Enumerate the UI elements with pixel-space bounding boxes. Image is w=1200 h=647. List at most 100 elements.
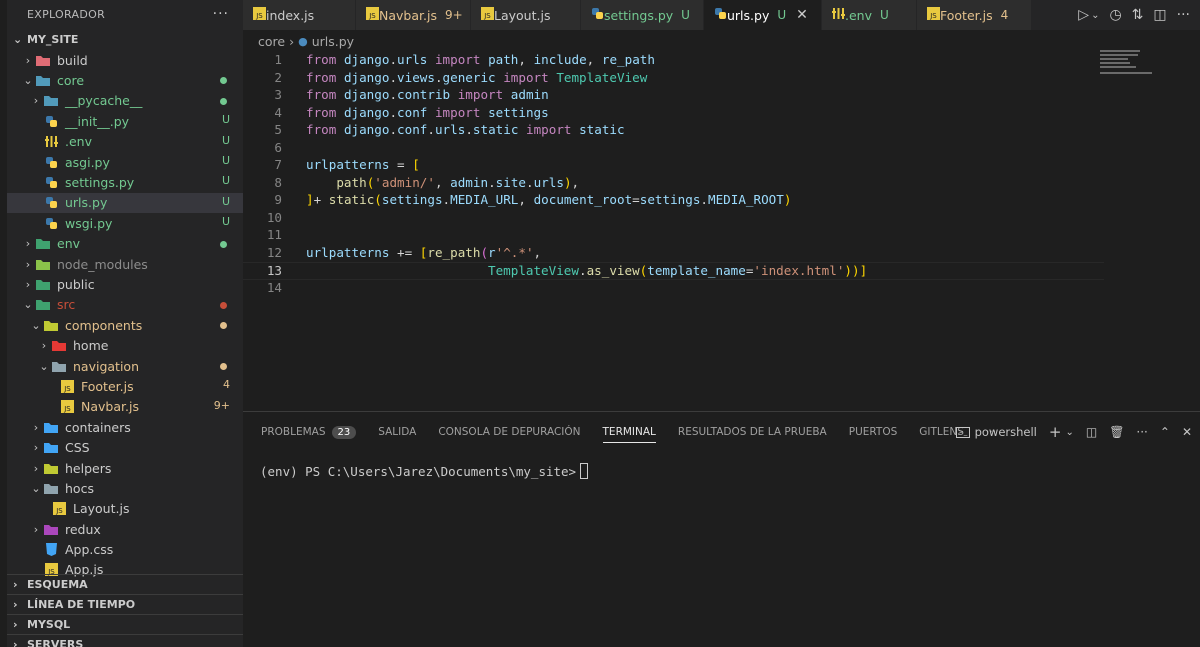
- file-tree-item[interactable]: › redux: [7, 519, 243, 539]
- breadcrumb-file[interactable]: urls.py: [312, 34, 354, 49]
- bottom-panel: PROBLEMAS 23 SALIDA CONSOLA DE DEPURACIÓN TE…: [243, 411, 1200, 647]
- chevron-down-icon[interactable]: ⌄: [1065, 427, 1073, 438]
- file-tree-item[interactable]: ⌄ navigation: [7, 356, 243, 376]
- file-tree-item[interactable]: .env U: [7, 132, 243, 152]
- javascript-file-icon: JS: [927, 7, 940, 23]
- file-tree-item[interactable]: › build: [7, 50, 243, 70]
- chevron-down-icon: ⌄: [23, 298, 33, 312]
- code-line[interactable]: 3 from django.contrib import admin: [243, 87, 1104, 105]
- section-servers[interactable]: › SERVERS: [7, 634, 243, 647]
- timeline-icon[interactable]: ◷: [1109, 7, 1121, 23]
- terminal-shell-selector[interactable]: >_ powershell: [955, 425, 1037, 439]
- section-mysql[interactable]: › MYSQL: [7, 614, 243, 634]
- folder-open-icon: [43, 481, 59, 495]
- file-tree-item[interactable]: JS Footer.js 4: [7, 376, 243, 396]
- tab--env[interactable]: .env U: [822, 0, 917, 30]
- more-actions-icon[interactable]: ···: [1177, 7, 1190, 23]
- close-panel-icon[interactable]: ✕: [1182, 425, 1192, 439]
- file-tree-item[interactable]: › containers: [7, 417, 243, 437]
- tab-urls-py[interactable]: urls.py U ✕: [704, 0, 822, 30]
- minimap[interactable]: [1100, 50, 1190, 76]
- folder-icon: [35, 277, 51, 291]
- file-tree-item[interactable]: › helpers: [7, 458, 243, 478]
- chevron-right-icon: ›: [25, 277, 31, 291]
- file-tree-item[interactable]: urls.py U: [7, 192, 243, 214]
- file-tree-item[interactable]: › CSS: [7, 437, 243, 457]
- code-line[interactable]: 14: [243, 280, 1104, 298]
- chevron-right-icon: ›: [33, 94, 39, 108]
- file-tree-item[interactable]: › public: [7, 274, 243, 294]
- file-tree-item[interactable]: __init__.py U: [7, 111, 243, 131]
- javascript-file-icon: JS: [59, 400, 75, 414]
- file-tree-item[interactable]: settings.py U: [7, 172, 243, 192]
- code-line[interactable]: 10: [243, 210, 1104, 228]
- terminal-output[interactable]: (env) PS C:\Users\Jarez\Documents\my_sit…: [260, 463, 589, 479]
- chevron-down-icon[interactable]: ⌄: [1091, 10, 1099, 21]
- file-tree-label: build: [57, 52, 88, 68]
- file-tree-item[interactable]: ⌄ components: [7, 315, 243, 335]
- panel-tab-resultados-de-la-prueba[interactable]: RESULTADOS DE LA PRUEBA: [678, 412, 827, 452]
- panel-tab-terminal[interactable]: TERMINAL: [602, 412, 657, 452]
- line-number: 7: [274, 157, 282, 172]
- status-badge: U: [221, 113, 230, 127]
- maximize-panel-icon[interactable]: ⌃: [1160, 425, 1170, 439]
- code-text: path('admin/', admin.site.urls),: [336, 174, 580, 190]
- code-line[interactable]: 5 from django.conf.urls.static import sta…: [243, 122, 1104, 140]
- file-tree-item[interactable]: › env: [7, 234, 243, 254]
- file-tree-item[interactable]: JS Navbar.js 9+: [7, 397, 243, 417]
- folder-icon: [35, 257, 51, 271]
- code-line[interactable]: 7 urlpatterns = [: [243, 157, 1104, 175]
- file-tree-item[interactable]: ⌄ core: [7, 70, 243, 90]
- file-tree-item[interactable]: › __pycache__: [7, 91, 243, 111]
- code-editor[interactable]: 1 from django.urls import path, include, …: [243, 50, 1200, 410]
- line-number: 12: [266, 244, 282, 260]
- file-tree-item[interactable]: ⌄ hocs: [7, 478, 243, 498]
- code-line[interactable]: 1 from django.urls import path, include, …: [243, 52, 1104, 70]
- tab-index-js[interactable]: JS index.js: [243, 0, 356, 30]
- tab-navbar-js[interactable]: JS Navbar.js 9+: [356, 0, 471, 30]
- panel-tab-puertos[interactable]: PUERTOS: [849, 412, 898, 452]
- section-esquema[interactable]: › ESQUEMA: [7, 574, 243, 594]
- run-icon[interactable]: ▷: [1078, 7, 1089, 23]
- tab-layout-js[interactable]: JS Layout.js: [471, 0, 581, 30]
- code-line[interactable]: 6: [243, 140, 1104, 158]
- file-tree-item[interactable]: › home: [7, 335, 243, 355]
- tab-footer-js[interactable]: JS Footer.js 4: [917, 0, 1032, 30]
- file-tree-item[interactable]: ⌄ src: [7, 295, 243, 315]
- terminal-prompt: (env) PS C:\Users\Jarez\Documents\my_sit…: [260, 463, 577, 479]
- panel-tab-salida[interactable]: SALIDA: [378, 412, 416, 452]
- new-terminal-icon[interactable]: +: [1049, 423, 1062, 441]
- breadcrumb-folder[interactable]: core: [258, 34, 285, 49]
- code-line[interactable]: 13 TemplateView.as_view(template_name='i…: [243, 262, 1104, 280]
- code-line[interactable]: 4 from django.conf import settings: [243, 105, 1104, 123]
- code-line[interactable]: 2 from django.views.generic import Templa…: [243, 70, 1104, 88]
- file-tree-item[interactable]: JS Layout.js: [7, 499, 243, 519]
- more-actions-icon[interactable]: ···: [1136, 425, 1147, 439]
- status-badge: U: [221, 194, 230, 208]
- split-terminal-icon[interactable]: ◫: [1086, 425, 1097, 439]
- tab-label: index.js: [266, 7, 315, 23]
- editor-actions: ▷ ⌄ ◷ ⇅ ◫ ···: [1078, 0, 1200, 30]
- panel-tab-label: SALIDA: [378, 426, 417, 438]
- panel-tab-consola-de-depuraci-n[interactable]: CONSOLA DE DEPURACIÓN: [438, 412, 580, 452]
- file-tree-item[interactable]: wsgi.py U: [7, 213, 243, 233]
- section-timeline[interactable]: › LÍNEA DE TIEMPO: [7, 594, 243, 614]
- file-tree-item[interactable]: › node_modules: [7, 254, 243, 274]
- file-tree-item[interactable]: asgi.py U: [7, 152, 243, 172]
- code-line[interactable]: 9]+ static(settings.MEDIA_URL, document_…: [243, 192, 1104, 210]
- compare-changes-icon[interactable]: ⇅: [1132, 7, 1144, 23]
- code-line[interactable]: 12 urlpatterns += [re_path(r'^.*',: [243, 245, 1104, 263]
- file-tree-item[interactable]: App.css: [7, 539, 243, 559]
- split-editor-icon[interactable]: ◫: [1153, 7, 1166, 23]
- code-line[interactable]: 11: [243, 227, 1104, 245]
- tab-settings-py[interactable]: settings.py U: [581, 0, 704, 30]
- chevron-right-icon: ›: [13, 618, 18, 631]
- workspace-root[interactable]: ⌄ MY_SITE: [7, 28, 243, 50]
- close-icon[interactable]: ✕: [796, 7, 808, 23]
- code-line[interactable]: 8 path('admin/', admin.site.urls),: [243, 175, 1104, 193]
- panel-tab-problemas[interactable]: PROBLEMAS 23: [261, 412, 357, 452]
- trash-icon[interactable]: 🗑: [1109, 425, 1124, 439]
- breadcrumb: core › ● urls.py: [258, 31, 354, 51]
- javascript-file-icon: JS: [366, 7, 379, 23]
- more-actions-icon[interactable]: ···: [213, 6, 229, 22]
